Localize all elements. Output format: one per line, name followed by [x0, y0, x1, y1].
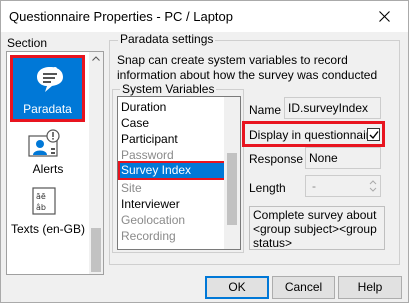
list-item[interactable]: Recording [120, 228, 224, 244]
section-list: Paradata Alerts āē âb Texts (en-GB) [6, 51, 104, 275]
list-item[interactable]: Site [120, 180, 224, 196]
svg-text:âb: âb [36, 203, 46, 212]
length-label: Length [249, 181, 286, 195]
list-scrollbar[interactable] [224, 97, 240, 249]
display-in-questionnaire-option[interactable]: Display in questionnaire [242, 121, 385, 147]
checkmark-icon [369, 131, 379, 140]
list-item[interactable]: Duration [120, 99, 224, 115]
list-item[interactable]: Interviewer [120, 196, 224, 212]
section-scrollbar[interactable] [89, 52, 103, 274]
response-label: Response [249, 152, 304, 166]
survey-index-text: Complete survey about <group subject><gr… [249, 206, 385, 250]
close-icon [379, 11, 390, 22]
list-item[interactable]: Case [120, 115, 224, 131]
paradata-settings-title: Paradata settings [118, 32, 216, 46]
list-item[interactable]: Geolocation [120, 212, 224, 228]
cancel-button[interactable]: Cancel [272, 276, 335, 299]
section-heading: Section [7, 36, 48, 50]
chevron-up-icon[interactable] [92, 56, 100, 61]
section-item-alerts[interactable]: Alerts [7, 124, 89, 184]
ok-button[interactable]: OK [205, 276, 269, 299]
response-field: None [305, 147, 381, 169]
window-title: Questionnaire Properties - PC / Laptop [9, 9, 234, 24]
scroll-thumb[interactable] [91, 228, 101, 272]
section-item-paradata[interactable]: Paradata [10, 55, 85, 122]
section-item-texts[interactable]: āē âb Texts (en-GB) [7, 180, 89, 240]
questionnaire-properties-dialog: Questionnaire Properties - PC / Laptop S… [0, 0, 409, 303]
help-button[interactable]: Help [338, 276, 402, 299]
section-item-label: Texts (en-GB) [11, 222, 86, 236]
list-item[interactable]: Participant [120, 131, 224, 147]
system-variables-list[interactable]: Duration Case Participant Password Surve… [117, 96, 241, 250]
scroll-thumb[interactable] [227, 153, 237, 225]
display-in-questionnaire-checkbox[interactable] [367, 128, 380, 141]
name-label: Name [249, 103, 282, 117]
texts-icon: āē âb [32, 187, 56, 215]
system-variables-title: System Variables [120, 82, 217, 96]
alerts-icon [28, 129, 60, 157]
title-bar: Questionnaire Properties - PC / Laptop [1, 1, 408, 32]
svg-text:āē: āē [36, 192, 46, 201]
length-field[interactable]: - [305, 175, 381, 197]
section-item-label: Alerts [32, 162, 64, 176]
list-item-selected[interactable]: Survey Index [118, 161, 226, 180]
close-button[interactable] [362, 1, 408, 32]
name-field[interactable]: ID.surveyIndex [284, 97, 381, 119]
length-value: - [312, 179, 316, 193]
display-in-questionnaire-label: Display in questionnaire [249, 128, 377, 142]
paradata-icon [37, 67, 63, 92]
spinner-icon[interactable] [367, 177, 379, 195]
section-item-label: Paradata [23, 102, 72, 116]
paradata-description: Snap can create system variables to reco… [117, 53, 378, 82]
